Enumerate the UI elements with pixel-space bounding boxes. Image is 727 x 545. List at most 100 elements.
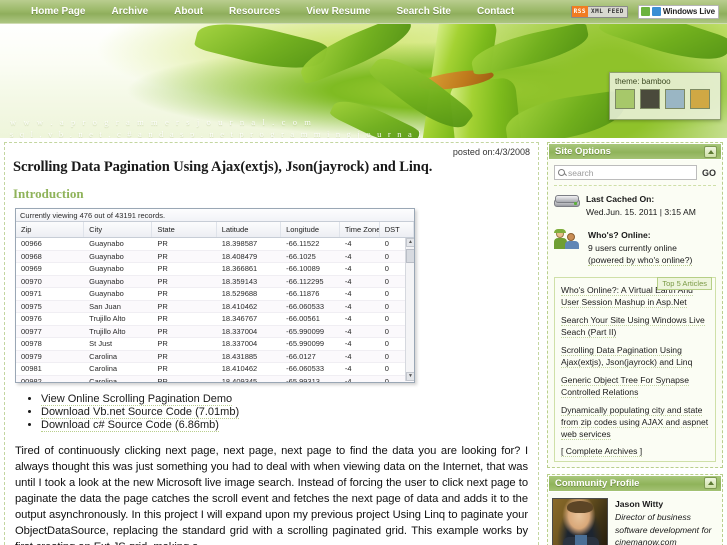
top-article-link-3[interactable]: Scrolling Data Pagination Using Ajax(ext… (561, 344, 693, 368)
cell-longitude: -65.990099 (286, 326, 325, 336)
top-articles-badge: Top 5 Articles (657, 276, 712, 290)
nav-item-archive[interactable]: Archive (98, 1, 161, 23)
grid-column-header-zip[interactable]: Zip (16, 222, 85, 237)
bamboo-leaf-5-icon (597, 24, 727, 72)
grid-column-header-state[interactable]: State (152, 222, 217, 237)
theme-swatch-gold[interactable] (690, 89, 710, 109)
avatar (552, 497, 608, 545)
panel-title-site-options: Site Options (555, 146, 611, 157)
cell-state: PR (157, 364, 168, 373)
nav-item-home-page[interactable]: Home Page (18, 1, 98, 23)
cell-state: PR (157, 314, 168, 323)
grid-column-header-longitude[interactable]: Longitude (281, 222, 340, 237)
theme-swatch-blue[interactable] (665, 89, 685, 109)
scroll-up-arrow-icon[interactable]: ▲ (406, 238, 414, 247)
complete-archives-link[interactable]: [ Complete Archives ] (561, 445, 643, 457)
cell-time-zone: -4 (344, 364, 352, 373)
theme-swatch-bamboo[interactable] (615, 89, 635, 109)
theme-picker[interactable]: theme: bamboo (609, 72, 721, 120)
cell-state: PR (157, 289, 168, 298)
grid-column-header-latitude[interactable]: Latitude (217, 222, 282, 237)
banner-text: w w w . a p r o g r a m m e r s j o u r … (10, 116, 423, 138)
scroll-down-arrow-icon[interactable]: ▼ (406, 372, 414, 381)
cell-zip: 00969 (21, 264, 42, 273)
theme-swatch-dark[interactable] (640, 89, 660, 109)
data-grid[interactable]: Currently viewing 476 out of 43191 recor… (15, 208, 415, 383)
table-row[interactable]: 00982 Carolina PR 18.409345 -65.99313 -4 0 (16, 375, 414, 382)
community-profile-text: Jason Witty Director of business softwar… (615, 498, 712, 545)
nav-item-about[interactable]: About (161, 1, 216, 23)
top-article-link-2[interactable]: Search Your Site Using Windows Live Seac… (561, 314, 705, 338)
table-row[interactable]: 00976 Trujillo Alto PR 18.346767 -66.00561 -4… (16, 313, 414, 326)
collapse-toggle-community-profile[interactable] (704, 477, 717, 489)
cell-longitude: -66.0127 (286, 351, 316, 361)
cell-state: PR (157, 301, 168, 311)
cell-longitude: -66.11876 (286, 289, 320, 298)
table-row[interactable]: 00970 Guaynabo PR 18.359143 -66.112295 -4 0 (16, 275, 414, 288)
grid-vertical-scrollbar[interactable]: ▲ ▼ (405, 238, 414, 381)
link-download-vbnet-source[interactable]: Download Vb.net Source Code (7.01mb) (41, 406, 240, 419)
last-cached-text: Last Cached On: Wed.Jun. 15. 2011 | 3:15… (586, 193, 696, 218)
cell-state: PR (157, 351, 168, 361)
grid-body: 00966 Guaynabo PR 18.398587 -66.11522 -4 0 0096… (16, 238, 414, 382)
main-column: posted on:4/3/2008 Scrolling Data Pagina… (0, 140, 545, 545)
whos-online-label: Who's? Online: (588, 230, 651, 240)
community-profile-row: Jason Witty Director of business softwar… (548, 492, 722, 545)
whos-online-count: 9 users currently online (588, 242, 677, 253)
panel-community-profile: Community Profile Jason Witty Director o… (547, 473, 723, 545)
cell-zip: 00978 (21, 339, 42, 348)
windows-live-blue-icon (651, 7, 661, 16)
collapse-toggle-site-options[interactable] (704, 145, 717, 158)
cell-longitude: -66.060533 (286, 301, 325, 311)
search-input[interactable]: search (568, 168, 594, 178)
nav-item-search-site[interactable]: Search Site (383, 1, 463, 23)
link-download-csharp-source[interactable]: Download c# Source Code (6.86mb) (41, 419, 219, 432)
table-row[interactable]: 00979 Carolina PR 18.431885 -66.0127 -4 0 (16, 350, 414, 363)
table-row[interactable]: 00969 Guaynabo PR 18.366861 -66.10089 -4 0 (16, 263, 414, 276)
windows-live-button[interactable]: Windows Live (637, 4, 719, 19)
grid-column-header-time-zone[interactable]: Time Zone (340, 222, 380, 237)
cell-latitude: 18.359143 (221, 276, 258, 286)
windows-live-green-icon (640, 7, 650, 16)
table-row[interactable]: 00981 Carolina PR 18.410462 -66.060533 -4 0 (16, 363, 414, 376)
cell-zip: 00981 (21, 364, 42, 373)
cell-city: Trujillo Alto (89, 314, 126, 323)
grid-column-header-dst[interactable]: DST (380, 222, 414, 237)
download-links-list: View Online Scrolling Pagination Demo Do… (41, 393, 532, 432)
table-row[interactable]: 00968 Guaynabo PR 18.408479 -66.1025 -4 0 (16, 250, 414, 263)
list-item: View Online Scrolling Pagination Demo (41, 393, 532, 406)
site-tagline-text: s q l , v b . n e t , c # a n d a s p . … (10, 129, 423, 138)
cell-city: Guaynabo (89, 251, 124, 261)
cell-city: Guaynabo (89, 264, 124, 273)
list-item: Search Your Site Using Windows Live Seac… (561, 314, 709, 338)
table-row[interactable]: 00971 Guaynabo PR 18.529688 -66.11876 -4 0 (16, 288, 414, 301)
top-article-link-5[interactable]: Dynamically populating city and state fr… (561, 404, 709, 440)
table-row[interactable]: 00966 Guaynabo PR 18.398587 -66.11522 -4 0 (16, 238, 414, 251)
table-row[interactable]: 00977 Trujillo Alto PR 18.337004 -65.990099 -… (16, 325, 414, 338)
cell-time-zone: -4 (344, 301, 352, 311)
scrollbar-thumb[interactable] (406, 249, 414, 263)
search-go-button[interactable]: GO (702, 168, 716, 178)
search-input-wrapper[interactable]: search (554, 165, 697, 180)
panel-header-site-options: Site Options (548, 143, 722, 160)
whos-online-powered: (powered by who's online?) (588, 254, 693, 267)
rss-feed-button[interactable]: RSS XML FEED (570, 5, 628, 18)
table-row[interactable]: 00975 San Juan PR 18.410462 -66.060533 -4 0 (16, 300, 414, 313)
whos-online-link[interactable]: (powered by who's online?) (588, 255, 693, 266)
top-articles-list: Who's Online?: A Virtual Earth And User … (561, 284, 709, 440)
list-item: Scrolling Data Pagination Using Ajax(ext… (561, 344, 709, 368)
whos-online-text: Who's? Online: 9 users currently online … (588, 229, 693, 267)
link-view-online-demo[interactable]: View Online Scrolling Pagination Demo (41, 393, 233, 406)
cell-time-zone: -4 (344, 239, 352, 248)
nav-item-contact[interactable]: Contact (464, 1, 527, 23)
grid-column-header-city[interactable]: City (84, 222, 153, 237)
chevron-up-icon (707, 481, 714, 485)
nav-item-resources[interactable]: Resources (216, 1, 293, 23)
panel-body-site-options: search GO Last Cached On: Wed.Jun. 15. 2… (548, 160, 722, 467)
cell-longitude: -65.990099 (286, 339, 325, 348)
panel-body-community-profile: Jason Witty Director of business softwar… (548, 492, 722, 545)
table-row[interactable]: 00978 St Just PR 18.337004 -65.990099 -4 0 (16, 338, 414, 351)
nav-item-view-resume[interactable]: View Resume (293, 1, 383, 23)
top-article-link-4[interactable]: Generic Object Tree For Synapse Controll… (561, 374, 690, 398)
cell-state: PR (157, 239, 168, 248)
